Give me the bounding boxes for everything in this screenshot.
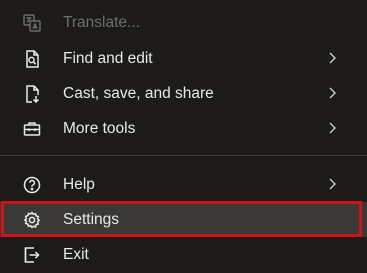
- menu-item-exit[interactable]: Exit: [0, 237, 367, 272]
- menu-item-label: Translate...: [63, 14, 140, 31]
- menu-item-cast-save-share[interactable]: Cast, save, and share: [0, 76, 367, 111]
- browser-menu: Translate... Find and edit Cast, save, a…: [0, 0, 367, 273]
- chevron-right-icon: [326, 51, 338, 65]
- menu-item-find-and-edit[interactable]: Find and edit: [0, 41, 367, 76]
- toolbox-icon: [22, 119, 42, 139]
- menu-item-label: Help: [63, 176, 95, 193]
- save-page-icon: [22, 84, 42, 104]
- translate-icon: [22, 13, 42, 33]
- menu-item-settings[interactable]: Settings: [0, 202, 367, 237]
- menu-item-label: More tools: [63, 120, 136, 137]
- menu-item-label: Exit: [63, 246, 89, 263]
- find-page-icon: [22, 49, 42, 69]
- menu-divider: [0, 155, 367, 156]
- menu-item-label: Settings: [63, 211, 120, 228]
- chevron-right-icon: [326, 177, 338, 191]
- chevron-right-icon: [326, 121, 338, 135]
- menu-item-help[interactable]: Help: [0, 167, 367, 202]
- menu-item-label: Find and edit: [63, 50, 153, 67]
- menu-item-more-tools[interactable]: More tools: [0, 111, 367, 146]
- help-icon: [22, 175, 42, 195]
- menu-item-label: Cast, save, and share: [63, 85, 214, 102]
- menu-item-translate: Translate...: [0, 5, 367, 40]
- exit-icon: [22, 245, 42, 265]
- chevron-right-icon: [326, 86, 338, 100]
- gear-icon: [22, 210, 42, 230]
